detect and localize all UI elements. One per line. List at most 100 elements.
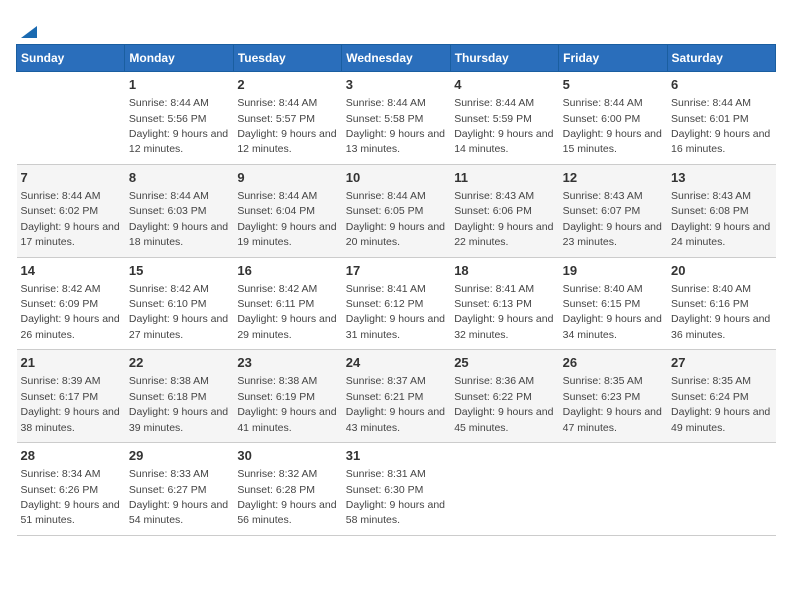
day-info: Sunrise: 8:40 AMSunset: 6:16 PMDaylight:…: [671, 283, 770, 341]
day-info: Sunrise: 8:40 AMSunset: 6:15 PMDaylight:…: [563, 283, 662, 341]
day-info: Sunrise: 8:43 AMSunset: 6:07 PMDaylight:…: [563, 190, 662, 248]
day-cell: 13 Sunrise: 8:43 AMSunset: 6:08 PMDayligh…: [667, 164, 775, 257]
day-cell: [667, 443, 775, 536]
day-number: 19: [563, 262, 663, 280]
day-number: 24: [346, 354, 446, 372]
day-cell: 23 Sunrise: 8:38 AMSunset: 6:19 PMDayligh…: [233, 350, 341, 443]
day-info: Sunrise: 8:42 AMSunset: 6:09 PMDaylight:…: [21, 283, 120, 341]
day-info: Sunrise: 8:34 AMSunset: 6:26 PMDaylight:…: [21, 468, 120, 526]
day-info: Sunrise: 8:43 AMSunset: 6:08 PMDaylight:…: [671, 190, 770, 248]
day-cell: 12 Sunrise: 8:43 AMSunset: 6:07 PMDayligh…: [559, 164, 667, 257]
week-row-4: 21Sunrise: 8:39 AMSunset: 6:17 PMDayligh…: [17, 350, 776, 443]
day-number: 22: [129, 354, 229, 372]
day-number: 31: [346, 447, 446, 465]
day-cell: 22 Sunrise: 8:38 AMSunset: 6:18 PMDayligh…: [125, 350, 233, 443]
day-info: Sunrise: 8:44 AMSunset: 6:00 PMDaylight:…: [563, 97, 662, 155]
week-row-2: 7 Sunrise: 8:44 AMSunset: 6:02 PMDaylight…: [17, 164, 776, 257]
day-cell: 21Sunrise: 8:39 AMSunset: 6:17 PMDayligh…: [17, 350, 125, 443]
day-number: 30: [237, 447, 337, 465]
day-info: Sunrise: 8:32 AMSunset: 6:28 PMDaylight:…: [237, 468, 336, 526]
day-number: 26: [563, 354, 663, 372]
day-cell: 4 Sunrise: 8:44 AMSunset: 5:59 PMDaylight…: [450, 72, 558, 165]
calendar-body: 1 Sunrise: 8:44 AMSunset: 5:56 PMDaylight…: [17, 72, 776, 536]
day-info: Sunrise: 8:42 AMSunset: 6:10 PMDaylight:…: [129, 283, 228, 341]
week-row-5: 28 Sunrise: 8:34 AMSunset: 6:26 PMDayligh…: [17, 443, 776, 536]
day-number: 5: [563, 76, 663, 94]
day-cell: 6 Sunrise: 8:44 AMSunset: 6:01 PMDaylight…: [667, 72, 775, 165]
day-number: 2: [237, 76, 337, 94]
day-cell: 16 Sunrise: 8:42 AMSunset: 6:11 PMDayligh…: [233, 257, 341, 350]
day-number: 12: [563, 169, 663, 187]
day-info: Sunrise: 8:38 AMSunset: 6:18 PMDaylight:…: [129, 375, 228, 433]
day-cell: 29 Sunrise: 8:33 AMSunset: 6:27 PMDayligh…: [125, 443, 233, 536]
day-info: Sunrise: 8:41 AMSunset: 6:13 PMDaylight:…: [454, 283, 553, 341]
day-cell: 26 Sunrise: 8:35 AMSunset: 6:23 PMDayligh…: [559, 350, 667, 443]
day-number: 13: [671, 169, 771, 187]
day-info: Sunrise: 8:44 AMSunset: 6:02 PMDaylight:…: [21, 190, 120, 248]
day-cell: 17 Sunrise: 8:41 AMSunset: 6:12 PMDayligh…: [342, 257, 450, 350]
day-cell: 27 Sunrise: 8:35 AMSunset: 6:24 PMDayligh…: [667, 350, 775, 443]
day-info: Sunrise: 8:35 AMSunset: 6:23 PMDaylight:…: [563, 375, 662, 433]
day-info: Sunrise: 8:44 AMSunset: 6:04 PMDaylight:…: [237, 190, 336, 248]
day-info: Sunrise: 8:44 AMSunset: 6:05 PMDaylight:…: [346, 190, 445, 248]
day-cell: 19 Sunrise: 8:40 AMSunset: 6:15 PMDayligh…: [559, 257, 667, 350]
day-cell: 5 Sunrise: 8:44 AMSunset: 6:00 PMDaylight…: [559, 72, 667, 165]
logo-icon: [17, 16, 37, 38]
day-number: 20: [671, 262, 771, 280]
day-info: Sunrise: 8:44 AMSunset: 6:01 PMDaylight:…: [671, 97, 770, 155]
day-cell: 1 Sunrise: 8:44 AMSunset: 5:56 PMDaylight…: [125, 72, 233, 165]
day-info: Sunrise: 8:31 AMSunset: 6:30 PMDaylight:…: [346, 468, 445, 526]
header-cell-thursday: Thursday: [450, 45, 558, 72]
day-info: Sunrise: 8:37 AMSunset: 6:21 PMDaylight:…: [346, 375, 445, 433]
day-number: 7: [21, 169, 121, 187]
day-info: Sunrise: 8:35 AMSunset: 6:24 PMDaylight:…: [671, 375, 770, 433]
day-info: Sunrise: 8:43 AMSunset: 6:06 PMDaylight:…: [454, 190, 553, 248]
day-number: 10: [346, 169, 446, 187]
day-info: Sunrise: 8:36 AMSunset: 6:22 PMDaylight:…: [454, 375, 553, 433]
day-number: 6: [671, 76, 771, 94]
day-number: 28: [21, 447, 121, 465]
day-number: 21: [21, 354, 121, 372]
day-number: 1: [129, 76, 229, 94]
day-info: Sunrise: 8:38 AMSunset: 6:19 PMDaylight:…: [237, 375, 336, 433]
day-number: 11: [454, 169, 554, 187]
day-cell: 31 Sunrise: 8:31 AMSunset: 6:30 PMDayligh…: [342, 443, 450, 536]
day-number: 4: [454, 76, 554, 94]
day-number: 29: [129, 447, 229, 465]
day-number: 25: [454, 354, 554, 372]
day-cell: 30 Sunrise: 8:32 AMSunset: 6:28 PMDayligh…: [233, 443, 341, 536]
day-cell: 11 Sunrise: 8:43 AMSunset: 6:06 PMDayligh…: [450, 164, 558, 257]
day-info: Sunrise: 8:44 AMSunset: 5:56 PMDaylight:…: [129, 97, 228, 155]
day-info: Sunrise: 8:44 AMSunset: 5:58 PMDaylight:…: [346, 97, 445, 155]
day-cell: 14 Sunrise: 8:42 AMSunset: 6:09 PMDayligh…: [17, 257, 125, 350]
day-cell: 7 Sunrise: 8:44 AMSunset: 6:02 PMDaylight…: [17, 164, 125, 257]
day-cell: 20 Sunrise: 8:40 AMSunset: 6:16 PMDayligh…: [667, 257, 775, 350]
calendar-table: SundayMondayTuesdayWednesdayThursdayFrid…: [16, 44, 776, 536]
header-cell-friday: Friday: [559, 45, 667, 72]
day-info: Sunrise: 8:44 AMSunset: 5:57 PMDaylight:…: [237, 97, 336, 155]
week-row-3: 14 Sunrise: 8:42 AMSunset: 6:09 PMDayligh…: [17, 257, 776, 350]
day-number: 23: [237, 354, 337, 372]
header-row: SundayMondayTuesdayWednesdayThursdayFrid…: [17, 45, 776, 72]
day-info: Sunrise: 8:42 AMSunset: 6:11 PMDaylight:…: [237, 283, 336, 341]
day-cell: 3 Sunrise: 8:44 AMSunset: 5:58 PMDaylight…: [342, 72, 450, 165]
calendar-header: SundayMondayTuesdayWednesdayThursdayFrid…: [17, 45, 776, 72]
day-cell: [559, 443, 667, 536]
day-number: 16: [237, 262, 337, 280]
day-number: 14: [21, 262, 121, 280]
day-info: Sunrise: 8:33 AMSunset: 6:27 PMDaylight:…: [129, 468, 228, 526]
day-number: 27: [671, 354, 771, 372]
day-number: 17: [346, 262, 446, 280]
header-cell-monday: Monday: [125, 45, 233, 72]
day-cell: 28 Sunrise: 8:34 AMSunset: 6:26 PMDayligh…: [17, 443, 125, 536]
header-cell-sunday: Sunday: [17, 45, 125, 72]
day-number: 8: [129, 169, 229, 187]
day-cell: 18Sunrise: 8:41 AMSunset: 6:13 PMDayligh…: [450, 257, 558, 350]
day-info: Sunrise: 8:41 AMSunset: 6:12 PMDaylight:…: [346, 283, 445, 341]
day-number: 9: [237, 169, 337, 187]
day-number: 3: [346, 76, 446, 94]
day-cell: 24 Sunrise: 8:37 AMSunset: 6:21 PMDayligh…: [342, 350, 450, 443]
day-cell: 15Sunrise: 8:42 AMSunset: 6:10 PMDayligh…: [125, 257, 233, 350]
header: [16, 16, 776, 34]
day-info: Sunrise: 8:44 AMSunset: 5:59 PMDaylight:…: [454, 97, 553, 155]
